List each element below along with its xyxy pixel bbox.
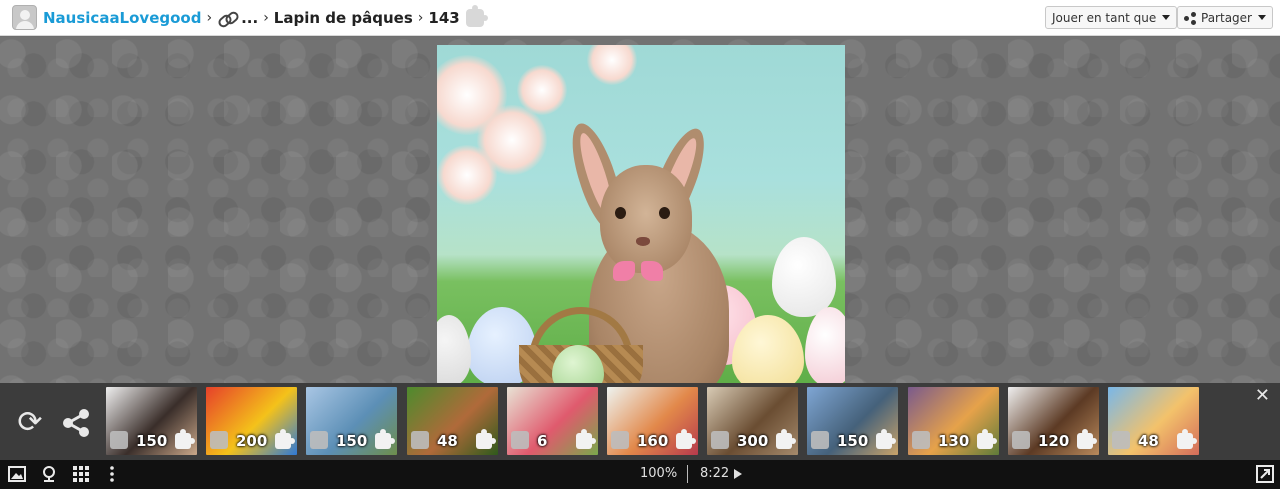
user-avatar[interactable]	[12, 5, 37, 30]
play-icon	[734, 468, 743, 479]
breadcrumb-ellipsis[interactable]: ...	[241, 9, 258, 27]
more-options-icon[interactable]	[108, 465, 116, 483]
puzzle-thumbnail[interactable]: 150	[306, 387, 397, 455]
thumbnail-piece-count: 300	[737, 432, 769, 450]
puzzle-thumbnail[interactable]: 130	[908, 387, 999, 455]
play-as-dropdown[interactable]: Jouer en tant que	[1045, 6, 1178, 29]
share-dropdown[interactable]: Partager	[1177, 6, 1273, 29]
thumbnail-piece-count: 48	[437, 432, 458, 450]
creator-avatar	[711, 431, 729, 449]
puzzle-thumbnail[interactable]: 48	[1108, 387, 1199, 455]
timer-value: 8:22	[700, 466, 730, 481]
thumbnail-piece-count: 6	[537, 432, 548, 450]
breadcrumb-user-link[interactable]: NausicaaLovegood	[43, 9, 201, 27]
puzzle-piece-icon	[375, 429, 395, 449]
creator-avatar	[611, 431, 629, 449]
puzzle-piece-icon	[576, 429, 596, 449]
thumbnail-piece-count: 150	[136, 432, 168, 450]
chevron-right-icon: ›	[206, 9, 213, 26]
share-icon	[1184, 11, 1196, 25]
puzzle-thumbnail[interactable]: 150	[106, 387, 197, 455]
puzzle-thumbnail[interactable]: 300	[707, 387, 798, 455]
breadcrumb-puzzle-title[interactable]: Lapin de pâques	[274, 9, 413, 27]
puzzle-piece-icon	[476, 429, 496, 449]
puzzle-thumbnail[interactable]: 200	[206, 387, 297, 455]
puzzle-piece-icon	[676, 429, 696, 449]
thumbnail-piece-count: 160	[637, 432, 669, 450]
divider	[687, 465, 688, 483]
share-icon[interactable]	[60, 407, 92, 439]
play-as-label: Jouer en tant que	[1052, 10, 1157, 25]
thumbnail-piece-count: 120	[1038, 432, 1070, 450]
puzzle-canvas[interactable]	[0, 37, 1280, 383]
fullscreen-icon[interactable]	[1256, 465, 1274, 483]
map-pin-icon[interactable]	[40, 465, 58, 483]
creator-avatar	[511, 431, 529, 449]
breadcrumb-piece-count[interactable]: 143	[428, 9, 459, 27]
timer[interactable]: 8:22	[700, 466, 743, 481]
puzzle-piece-icon	[1177, 429, 1197, 449]
puzzle-piece-icon	[977, 429, 997, 449]
puzzle-thumbnail[interactable]: 150	[807, 387, 898, 455]
thumbnail-piece-count: 48	[1138, 432, 1159, 450]
link-icon[interactable]	[217, 11, 237, 25]
thumbnail-piece-count: 150	[837, 432, 869, 450]
close-icon[interactable]: ✕	[1255, 387, 1270, 405]
puzzle-piece-icon	[776, 429, 796, 449]
puzzle-thumbnail[interactable]: 160	[607, 387, 698, 455]
chevron-right-icon: ›	[417, 9, 424, 26]
puzzle-preview-image[interactable]	[437, 45, 845, 383]
thumbnail-piece-count: 150	[336, 432, 368, 450]
caret-down-icon	[1162, 15, 1171, 20]
puzzle-piece-icon	[175, 429, 195, 449]
creator-avatar	[811, 431, 829, 449]
zoom-level[interactable]: 100%	[640, 466, 677, 481]
thumbnail-strip: ⟳ 150 200 150 48 6 160 300 150 130 120 48 ✕	[0, 383, 1280, 460]
creator-avatar	[210, 431, 228, 449]
refresh-icon[interactable]: ⟳	[14, 407, 46, 439]
puzzle-thumbnail[interactable]: 120	[1008, 387, 1099, 455]
creator-avatar	[411, 431, 429, 449]
share-label: Partager	[1201, 10, 1252, 25]
puzzle-piece-icon	[876, 429, 896, 449]
creator-avatar	[1012, 431, 1030, 449]
caret-down-icon	[1257, 15, 1266, 20]
creator-avatar	[310, 431, 328, 449]
puzzle-piece-icon	[275, 429, 295, 449]
puzzle-thumbnail[interactable]: 6	[507, 387, 598, 455]
image-icon[interactable]	[8, 465, 26, 483]
grid-icon[interactable]	[72, 465, 90, 483]
thumbnail-piece-count: 200	[236, 432, 268, 450]
creator-avatar	[912, 431, 930, 449]
thumbnail-piece-count: 130	[938, 432, 970, 450]
puzzle-thumbnail[interactable]: 48	[407, 387, 498, 455]
creator-avatar	[1112, 431, 1130, 449]
creator-avatar	[110, 431, 128, 449]
bottom-toolbar: 100% 8:22	[0, 460, 1280, 489]
puzzle-piece-icon	[1077, 429, 1097, 449]
chevron-right-icon: ›	[263, 9, 269, 26]
top-header: NausicaaLovegood › ... › Lapin de pâques…	[0, 0, 1280, 36]
puzzle-piece-icon	[465, 4, 488, 27]
